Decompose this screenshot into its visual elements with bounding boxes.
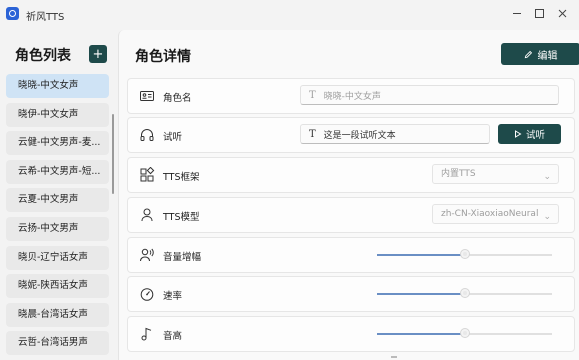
edit-button-label: 编辑 [537, 50, 558, 62]
volume-slider-thumb[interactable] [459, 249, 470, 259]
listen-text-value: 这是一段试听文本 [323, 130, 396, 141]
role-list-item[interactable]: 云健-中文男声-麦... [6, 131, 109, 156]
role-list-item[interactable]: 晓晨-台湾话女声 [6, 302, 109, 327]
edit-button[interactable]: 编辑 [501, 43, 579, 65]
role-list-item[interactable]: 云夏-中文男声 [6, 188, 109, 213]
music-note-icon [141, 327, 152, 341]
role-detail-panel: 角色详情 编辑 角色名 T 晓晓-中文女声 试听 T 这是一段试听文本 试听 T… [118, 30, 579, 360]
pitch-slider-thumb[interactable] [459, 328, 470, 338]
close-icon [558, 9, 566, 17]
volume-label: 音量增幅 [163, 252, 202, 263]
role-list-panel: 角色列表 + 晓晓-中文女声 晓伊-中文女声 云健-中文男声-麦... 云希-中文男声… [0, 30, 118, 360]
window-title: 祈风TTS [26, 12, 65, 23]
tts-model-select[interactable]: zh-CN-XiaoxiaoNeural ⌄ [432, 204, 559, 224]
speedometer-icon [140, 288, 154, 301]
role-detail-title: 角色详情 [135, 49, 191, 65]
role-list-item[interactable]: 晓伊-中文女声 [6, 102, 109, 127]
title-bar: 祈风TTS [0, 0, 579, 30]
volume-slider-fill [377, 254, 465, 256]
pitch-label: 音高 [163, 331, 183, 342]
tts-framework-value: 内置TTS [441, 169, 476, 179]
person-icon [141, 208, 153, 222]
role-list-title: 角色列表 [15, 48, 71, 64]
speed-row: 速率 [127, 276, 575, 312]
role-list-item[interactable]: 云扬-中文男声 [6, 216, 109, 241]
id-card-icon [140, 91, 154, 101]
role-list-item[interactable]: 晓贝-辽宁话女声 [6, 245, 109, 270]
chevron-down-icon: ⌄ [543, 212, 551, 222]
tts-model-label: TTS模型 [163, 212, 200, 223]
listen-button[interactable]: 试听 [498, 124, 561, 144]
voice-icon [140, 248, 154, 262]
role-name-label: 角色名 [163, 93, 192, 104]
maximize-button[interactable] [529, 4, 549, 22]
role-name-row: 角色名 T 晓晓-中文女声 [127, 78, 575, 114]
speed-slider[interactable] [377, 288, 552, 298]
pitch-row: 音高 [127, 316, 575, 352]
listen-label: 试听 [163, 132, 183, 143]
speed-slider-thumb[interactable] [459, 288, 470, 298]
text-icon: T [309, 89, 316, 101]
volume-row: 音量增幅 [127, 237, 575, 273]
speed-slider-fill [377, 293, 465, 295]
role-list-scrollbar[interactable] [112, 114, 114, 194]
pitch-slider-fill [377, 333, 465, 335]
tts-model-row: TTS模型 zh-CN-XiaoxiaoNeural ⌄ [127, 197, 575, 233]
listen-row: 试听 T 这是一段试听文本 试听 [127, 117, 575, 153]
play-icon [514, 130, 522, 138]
role-name-input[interactable]: T 晓晓-中文女声 [300, 85, 559, 105]
close-button[interactable] [552, 4, 572, 22]
pitch-slider[interactable] [377, 328, 552, 338]
tts-model-value: zh-CN-XiaoxiaoNeural [441, 209, 539, 219]
tts-framework-label: TTS框架 [163, 172, 200, 183]
add-role-button[interactable]: + [89, 45, 107, 63]
role-list: 晓晓-中文女声 晓伊-中文女声 云健-中文男声-麦... 云希-中文男声-短... 云夏… [6, 74, 109, 360]
listen-button-label: 试听 [525, 130, 545, 141]
role-list-item[interactable]: 云哲-台湾话男声 [6, 331, 109, 356]
apps-icon [140, 167, 155, 182]
listen-text-input[interactable]: T 这是一段试听文本 [300, 124, 490, 144]
headphones-icon [140, 129, 154, 141]
role-list-item[interactable]: 云希-中文男声-短... [6, 159, 109, 184]
tts-framework-select[interactable]: 内置TTS ⌄ [432, 164, 559, 184]
minimize-button[interactable] [507, 4, 527, 22]
role-name-placeholder: 晓晓-中文女声 [323, 91, 381, 102]
role-list-item[interactable]: 晓晓-中文女声 [6, 74, 109, 98]
chevron-down-icon: ⌄ [543, 172, 551, 182]
volume-slider[interactable] [377, 249, 552, 259]
app-logo-icon [6, 7, 19, 20]
detail-scrollbar[interactable] [391, 356, 397, 358]
tts-framework-row: TTS框架 内置TTS ⌄ [127, 157, 575, 193]
speed-label: 速率 [163, 291, 183, 302]
pencil-icon [524, 50, 532, 58]
text-icon: T [309, 128, 316, 140]
role-list-item[interactable]: 晓妮-陕西话女声 [6, 274, 109, 299]
